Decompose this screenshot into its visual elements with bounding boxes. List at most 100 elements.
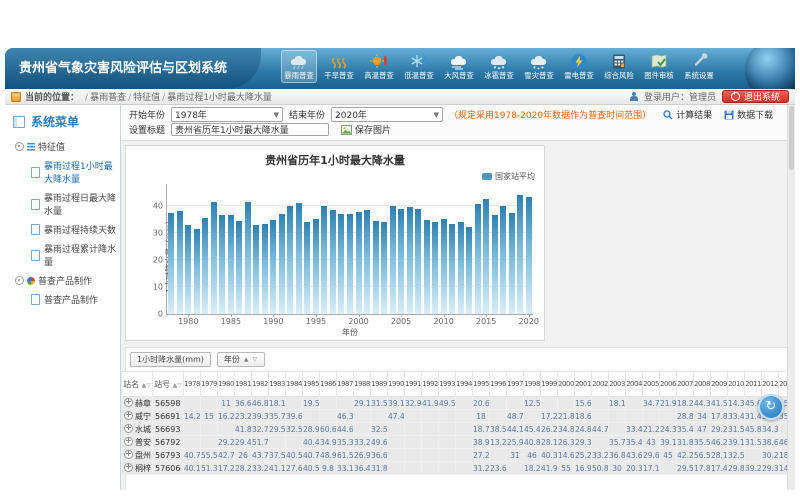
download-button[interactable]: 数据下载 xyxy=(724,108,773,121)
value-cell xyxy=(422,436,439,449)
nav-item-heat[interactable]: 高温普查 xyxy=(361,50,397,83)
bar-1982 xyxy=(202,218,208,314)
value-cell: 38.5 xyxy=(490,423,507,436)
value-cell: 49.6 xyxy=(371,436,388,449)
bar-1998 xyxy=(338,214,344,314)
nav-item-label: 大风普查 xyxy=(443,70,474,80)
breadcrumb-link[interactable]: 暴雨过程1小时最大降水量 xyxy=(167,93,272,103)
value-cell: 20.6 xyxy=(473,397,490,410)
value-cell xyxy=(269,436,286,449)
value-cell xyxy=(286,397,303,410)
bar-1984 xyxy=(219,215,225,314)
measure-chip[interactable]: 1小时降水量(mm) xyxy=(130,352,211,367)
scrollbar-thumb[interactable] xyxy=(789,106,794,170)
value-cell xyxy=(439,423,456,436)
bar-1993 xyxy=(296,203,302,314)
tree-expand-icon[interactable] xyxy=(15,142,24,151)
bar-1995 xyxy=(313,219,319,314)
tree-leaf-label: 普查产品制作 xyxy=(44,293,98,306)
value-cell xyxy=(439,449,456,462)
refresh-fab[interactable]: ↻ xyxy=(758,394,784,420)
bar-1996 xyxy=(321,206,327,314)
column-header-year: 1984 xyxy=(286,372,303,397)
station-name-cell[interactable]: 普安 xyxy=(125,436,153,449)
tree-node[interactable]: 普查产品制作 xyxy=(5,271,120,290)
expand-icon[interactable] xyxy=(125,398,133,407)
nav-item-settings[interactable]: 系统设置 xyxy=(681,50,717,83)
bar-2012 xyxy=(458,222,464,314)
tree-leaf-label: 暴雨过程日最大降水量 xyxy=(44,191,120,217)
tree-leaf-current[interactable]: 暴雨过程1小时最大降水量 xyxy=(5,156,120,188)
expand-icon[interactable] xyxy=(125,450,133,459)
tree-leaf-item[interactable]: 暴雨过程累计降水量 xyxy=(5,239,120,271)
value-cell: 41.8 xyxy=(235,423,252,436)
nav-item-snow[interactable]: 雪灾普查 xyxy=(521,50,557,83)
nav-item-composite-risk[interactable]: 综合风险 xyxy=(601,50,637,83)
station-name-cell[interactable]: 威宁 xyxy=(125,410,153,423)
nav-item-wind[interactable]: 大风普查 xyxy=(441,50,477,83)
value-cell: 17.8 xyxy=(711,410,728,423)
column-header-year: 1993 xyxy=(439,372,456,397)
station-name-cell[interactable]: 水城 xyxy=(125,423,153,436)
column-header-station[interactable]: 站名 ▲▽ xyxy=(125,372,153,397)
value-cell: 33.2 xyxy=(592,449,609,462)
calculate-button[interactable]: 计算结果 xyxy=(663,108,712,121)
value-cell xyxy=(609,410,626,423)
logout-button[interactable]: 退出系统 xyxy=(722,90,789,103)
station-name-cell[interactable]: 赫章 xyxy=(125,397,153,410)
value-cell: 17.4 xyxy=(711,462,728,475)
nav-item-hail[interactable]: 冰雹普查 xyxy=(481,50,517,83)
value-cell: 32.5 xyxy=(728,449,745,462)
value-cell: 29.3 xyxy=(575,436,592,449)
value-cell: 18.2 xyxy=(677,397,694,410)
year-chip[interactable]: 年份▲ ▽ xyxy=(217,352,265,367)
power-icon xyxy=(731,92,740,101)
nav-item-rainstorm[interactable]: 暴雨普查 xyxy=(281,50,317,83)
value-cell xyxy=(745,449,762,462)
nav-item-cold[interactable]: 低温普查 xyxy=(401,50,437,83)
vertical-scrollbar[interactable] xyxy=(787,105,795,490)
value-cell: 19.5 xyxy=(303,397,320,410)
nav-item-drought[interactable]: 干旱普查 xyxy=(321,50,357,83)
value-cell: 41.1 xyxy=(269,462,286,475)
hail-icon xyxy=(482,53,516,70)
breadcrumb-link[interactable]: 暴雨普查 xyxy=(90,93,126,103)
start-year-select[interactable]: 1978年▼ xyxy=(171,107,283,122)
value-cell: 49.5 xyxy=(439,397,456,410)
tree-leaf-item[interactable]: 暴雨过程持续天数 xyxy=(5,220,120,239)
tree-expand-icon[interactable] xyxy=(15,276,24,285)
expand-icon[interactable] xyxy=(125,437,133,446)
save-image-button[interactable]: 保存图片 xyxy=(341,123,391,136)
nav-item-map-review[interactable]: 图件审核 xyxy=(641,50,677,83)
value-cell: 35.5 xyxy=(694,436,711,449)
column-header-id[interactable]: 站号 ▲▽ xyxy=(153,372,184,397)
station-name-cell[interactable]: 盘州 xyxy=(125,449,153,462)
nav-item-label: 系统设置 xyxy=(683,70,714,80)
expand-icon[interactable] xyxy=(125,411,133,420)
tree-leaf-item[interactable]: 普查产品制作 xyxy=(5,290,120,309)
value-cell: 40.7 xyxy=(184,449,201,462)
station-id-cell: 56691 xyxy=(153,410,184,423)
tree-node[interactable]: 特征值 xyxy=(5,137,120,156)
expand-icon[interactable] xyxy=(125,424,133,433)
earth-graphic xyxy=(717,48,795,89)
station-data-table: 站名 ▲▽站号 ▲▽197819791980198119821983198419… xyxy=(125,371,791,475)
value-cell: 17.1 xyxy=(643,462,660,475)
value-cell xyxy=(184,423,201,436)
sidebar: 系统菜单 特征值暴雨过程1小时最大降水量暴雨过程日最大降水量暴雨过程持续天数暴雨… xyxy=(5,105,121,490)
tree-leaf-item[interactable]: 暴雨过程日最大降水量 xyxy=(5,188,120,220)
station-id-cell: 56792 xyxy=(153,436,184,449)
value-cell: 29.3 xyxy=(762,462,779,475)
chart-legend[interactable]: 国家站平均 xyxy=(482,171,535,182)
chart-title-input[interactable] xyxy=(171,123,329,136)
end-year-select[interactable]: 2020年▼ xyxy=(331,107,443,122)
nav-item-label: 低温普查 xyxy=(403,70,434,80)
station-name-cell[interactable]: 桐梓 xyxy=(125,462,153,475)
expand-icon[interactable] xyxy=(125,463,133,472)
breadcrumb-link[interactable]: 特征值 xyxy=(133,93,160,103)
value-cell: 40.7 xyxy=(303,449,320,462)
nav-item-lightning[interactable]: 雷电普查 xyxy=(561,50,597,83)
document-icon xyxy=(31,294,40,305)
map-review-icon xyxy=(642,53,676,70)
breadcrumb-separator: / xyxy=(85,93,88,103)
